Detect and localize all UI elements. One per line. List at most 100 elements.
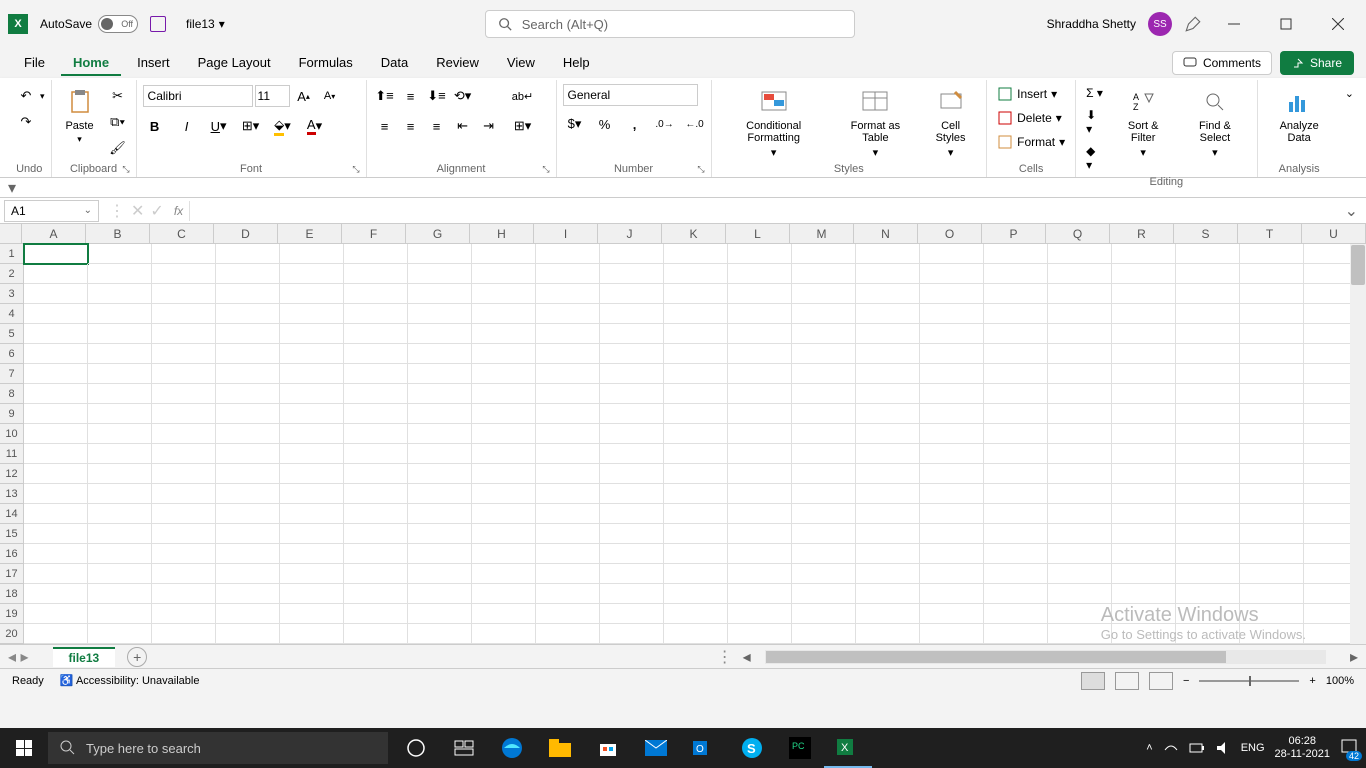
cell[interactable] (1112, 364, 1176, 384)
cell[interactable] (280, 284, 344, 304)
cell[interactable] (664, 344, 728, 364)
cell[interactable] (728, 464, 792, 484)
cell[interactable] (408, 424, 472, 444)
cell[interactable] (408, 404, 472, 424)
cell[interactable] (88, 384, 152, 404)
cell[interactable] (984, 464, 1048, 484)
cell[interactable] (152, 404, 216, 424)
cell[interactable] (984, 484, 1048, 504)
cell[interactable] (1048, 624, 1112, 644)
save-icon[interactable] (150, 16, 166, 32)
cell[interactable] (984, 564, 1048, 584)
cell[interactable] (984, 524, 1048, 544)
cell[interactable] (600, 384, 664, 404)
tab-home[interactable]: Home (61, 51, 121, 76)
cell[interactable] (1240, 584, 1304, 604)
cell[interactable] (1240, 604, 1304, 624)
cell[interactable] (984, 424, 1048, 444)
cell[interactable] (664, 444, 728, 464)
cell[interactable] (344, 524, 408, 544)
cell[interactable] (984, 304, 1048, 324)
cell[interactable] (24, 444, 88, 464)
notifications-icon[interactable]: 42 (1340, 738, 1358, 759)
cell[interactable] (920, 264, 984, 284)
cell[interactable] (88, 444, 152, 464)
sheet-nav[interactable]: ◂ ▸ (8, 647, 29, 667)
cell[interactable] (216, 304, 280, 324)
collapse-ribbon-icon[interactable]: ⌄ (1345, 88, 1354, 100)
cell[interactable] (344, 304, 408, 324)
cell[interactable] (920, 384, 984, 404)
cell[interactable] (344, 604, 408, 624)
cell[interactable] (1240, 444, 1304, 464)
cell[interactable] (344, 384, 408, 404)
cell[interactable] (1240, 244, 1304, 264)
cell[interactable] (728, 424, 792, 444)
hscroll-right-icon[interactable]: ▸ (1350, 647, 1358, 667)
cell[interactable] (856, 524, 920, 544)
cell[interactable] (216, 624, 280, 644)
row-header[interactable]: 8 (0, 384, 24, 404)
cell[interactable] (664, 604, 728, 624)
enter-icon[interactable]: ✓ (150, 201, 163, 221)
column-header[interactable]: O (918, 224, 982, 243)
delete-cells-button[interactable]: Delete ▾ (993, 108, 1066, 128)
analyze-data-button[interactable]: Analyze Data (1264, 84, 1335, 146)
cell[interactable] (600, 484, 664, 504)
cell[interactable] (792, 344, 856, 364)
cell[interactable] (152, 284, 216, 304)
cell[interactable] (728, 544, 792, 564)
cell[interactable] (1240, 324, 1304, 344)
cell[interactable] (1176, 404, 1240, 424)
excel-taskbar-icon[interactable]: X (824, 728, 872, 768)
cell[interactable] (984, 324, 1048, 344)
cell[interactable] (88, 244, 152, 264)
cell[interactable] (152, 444, 216, 464)
cell[interactable] (152, 344, 216, 364)
cell[interactable] (88, 624, 152, 644)
cell[interactable] (280, 364, 344, 384)
cell[interactable] (408, 544, 472, 564)
cell[interactable] (920, 584, 984, 604)
cell[interactable] (536, 344, 600, 364)
cell[interactable] (856, 504, 920, 524)
cell[interactable] (856, 444, 920, 464)
cell[interactable] (984, 604, 1048, 624)
cell[interactable] (24, 304, 88, 324)
increase-indent-button[interactable]: ⇥ (477, 114, 501, 138)
cell[interactable] (344, 464, 408, 484)
cell[interactable] (1176, 444, 1240, 464)
cell[interactable] (472, 284, 536, 304)
cell[interactable] (536, 424, 600, 444)
format-painter-button[interactable]: 🖌 (106, 136, 130, 160)
language-indicator[interactable]: ENG (1241, 742, 1265, 754)
cell[interactable] (664, 304, 728, 324)
cell[interactable] (408, 624, 472, 644)
row-header[interactable]: 16 (0, 544, 24, 564)
cell[interactable] (472, 344, 536, 364)
cell[interactable] (408, 564, 472, 584)
cells-area[interactable] (24, 244, 1366, 644)
cell[interactable] (216, 584, 280, 604)
cell[interactable] (1112, 304, 1176, 324)
zoom-slider[interactable] (1199, 680, 1299, 682)
column-header[interactable]: P (982, 224, 1046, 243)
cell[interactable] (856, 624, 920, 644)
cell[interactable] (920, 624, 984, 644)
cell[interactable] (24, 364, 88, 384)
cell[interactable] (472, 364, 536, 384)
row-header[interactable]: 19 (0, 604, 24, 624)
cell[interactable] (24, 384, 88, 404)
cell[interactable] (856, 364, 920, 384)
tab-file[interactable]: File (12, 51, 57, 76)
volume-icon[interactable] (1215, 740, 1231, 756)
cell[interactable] (152, 504, 216, 524)
cell[interactable] (1240, 384, 1304, 404)
cell[interactable] (1048, 484, 1112, 504)
cell[interactable] (408, 604, 472, 624)
cell[interactable] (536, 524, 600, 544)
hscroll-left-icon[interactable]: ◂ (743, 647, 751, 667)
clock[interactable]: 06:28 28-11-2021 (1275, 735, 1330, 761)
column-header[interactable]: B (86, 224, 150, 243)
fill-button[interactable]: ⬇ ▾ (1082, 106, 1107, 138)
